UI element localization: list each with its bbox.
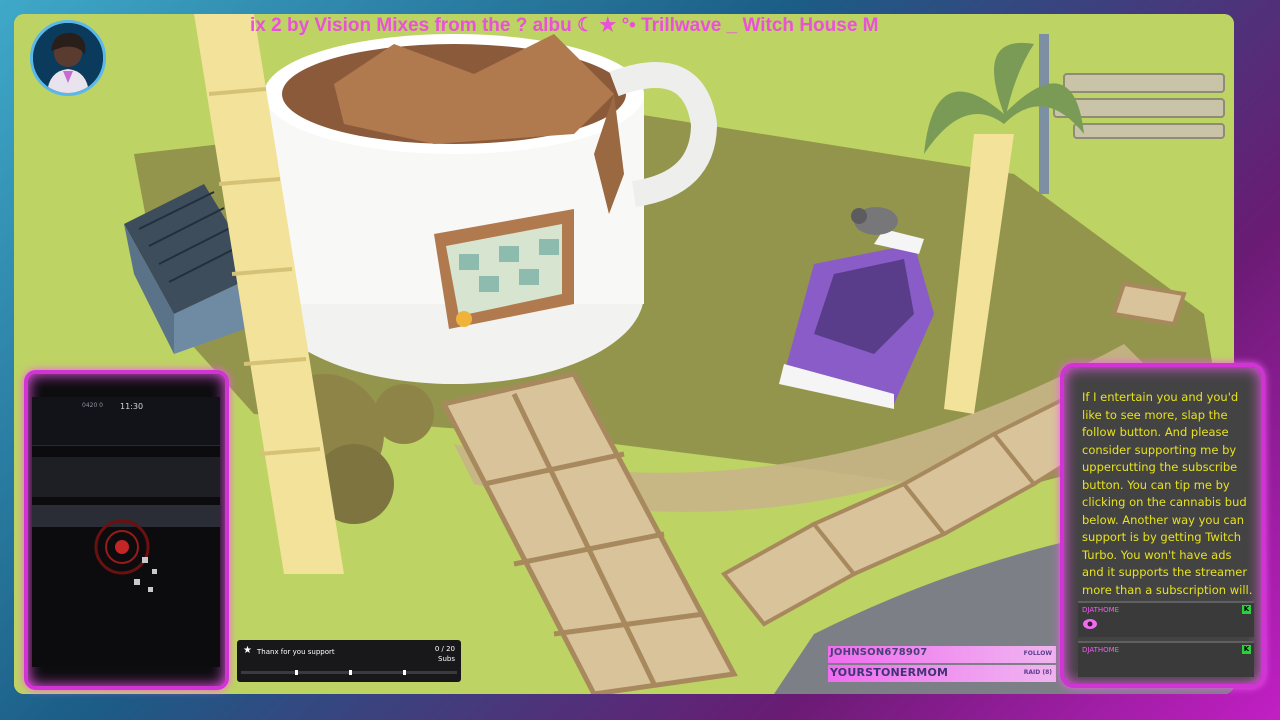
sub-goal-tick [349, 670, 352, 675]
streamer-avatar [30, 20, 106, 96]
alert-username: YOURSTONERMOM [830, 666, 949, 679]
now-playing-ticker: ix 2 by Vision Mixes from the ? albu ☾ ★… [250, 15, 879, 36]
cam-game-floor [32, 457, 220, 497]
emote-icon [1083, 619, 1097, 629]
alert-type: FOLLOW [1023, 650, 1052, 657]
chat-panel: If I entertain you and you'd like to see… [1060, 363, 1265, 688]
avatar-illustration [33, 23, 103, 93]
alert-row-raid: YOURSTONERMOM RAID (8) [828, 665, 1056, 682]
sub-goal-widget: ★ Thanx for you support 0 / 20 Subs [237, 640, 461, 682]
sub-goal-label: Thanx for you support [257, 648, 335, 656]
chat-username: DJATHOME [1082, 606, 1120, 614]
chat-badge: K [1242, 605, 1251, 614]
cam-panel: 11:30 0420 0 [24, 370, 229, 690]
sub-goal-unit: Subs [438, 655, 455, 663]
cam-game-timer: 11:30 [120, 402, 144, 411]
sub-goal-tick [295, 670, 298, 675]
alert-username: JOHNSON678907 [830, 647, 928, 658]
alert-row-follow: JOHNSON678907 FOLLOW [828, 646, 1056, 663]
cam-game-explosion [94, 519, 157, 592]
recent-alerts: JOHNSON678907 FOLLOW YOURSTONERMOM RAID … [828, 646, 1056, 686]
sub-goal-count: 0 / 20 Subs [435, 644, 455, 664]
sub-goal-tick [403, 670, 406, 675]
sub-goal-count-value: 0 / 20 [434, 645, 455, 653]
chat-message: DJATHOME K [1078, 641, 1254, 677]
cam-feed: 11:30 0420 0 [32, 397, 220, 667]
chat-badge: K [1242, 645, 1251, 654]
chat-message: DJATHOME K [1078, 601, 1254, 637]
sub-goal-progress-bar [241, 670, 457, 675]
chat-username: DJATHOME [1082, 646, 1120, 654]
cam-game-score: 0420 0 [82, 402, 103, 409]
alert-type: RAID (8) [1023, 669, 1052, 676]
star-icon: ★ [243, 645, 252, 656]
chat-message-main: If I entertain you and you'd like to see… [1082, 390, 1253, 597]
